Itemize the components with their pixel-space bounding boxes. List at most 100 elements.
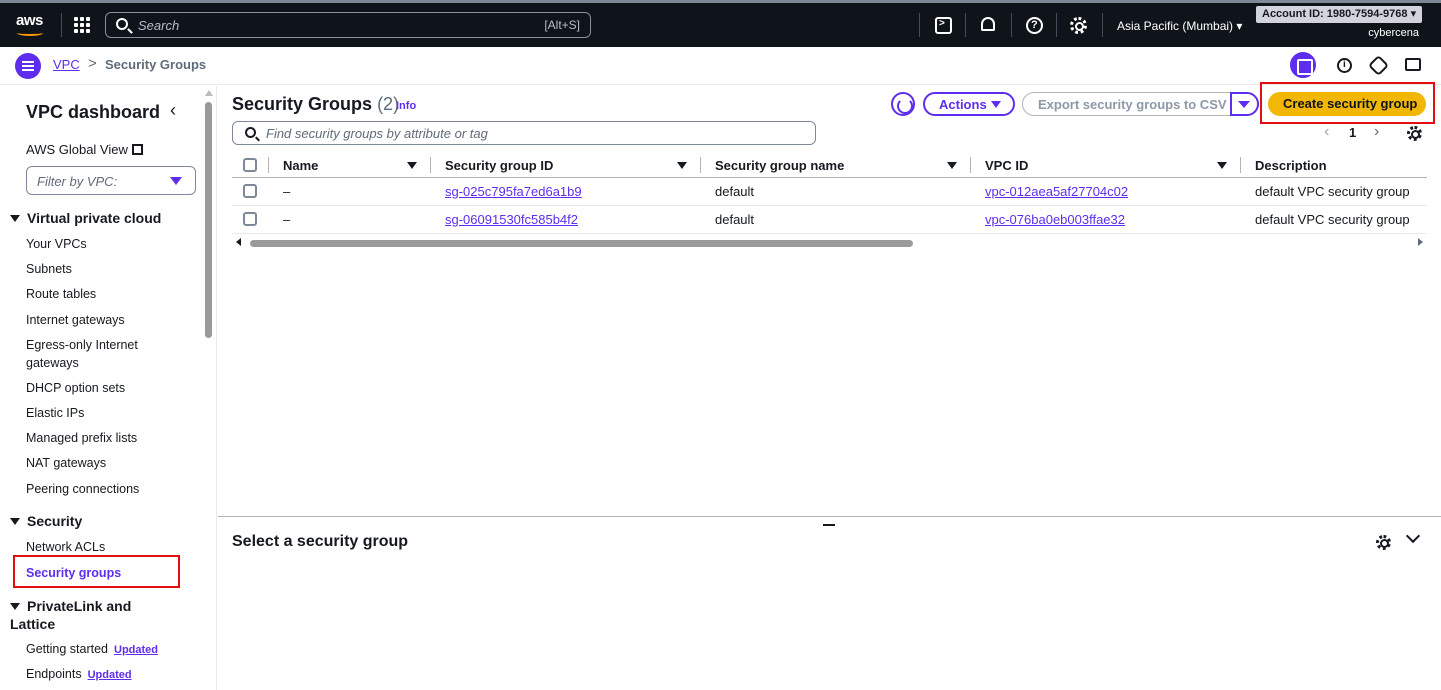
section-virtual-private-cloud[interactable]: Virtual private cloud <box>10 210 161 226</box>
sidebar-item-egress-only-gateways[interactable]: Egress-only Internet gateways <box>26 336 156 372</box>
sidebar-scrollbar[interactable] <box>204 90 213 686</box>
sidebar-item-internet-gateways[interactable]: Internet gateways <box>26 311 186 329</box>
current-page-number[interactable]: 1 <box>1349 125 1356 140</box>
sort-caret-icon[interactable] <box>407 162 417 169</box>
sidebar-title[interactable]: VPC dashboard <box>26 102 160 123</box>
cell-vpc-id-link[interactable]: vpc-076ba0eb003ffae32 <box>985 212 1125 227</box>
table-row[interactable]: – sg-025c795fa7ed6a1b9 default vpc-012ae… <box>232 178 1427 206</box>
sidebar-item-peering-connections[interactable]: Peering connections <box>26 480 186 498</box>
services-grid-icon[interactable] <box>74 17 90 33</box>
sidebar-item-getting-started[interactable]: Getting started Updated <box>26 640 186 659</box>
column-divider <box>430 157 431 173</box>
sidebar-close-icon[interactable]: ‹ <box>170 100 176 121</box>
sidebar-item-global-view[interactable]: AWS Global View <box>26 142 143 157</box>
aws-smile-icon <box>17 30 43 36</box>
top-navigation: aws Search [Alt+S] Asia Pacific (Mumbai)… <box>0 0 1441 47</box>
global-search-input[interactable]: Search [Alt+S] <box>105 12 591 38</box>
divider <box>1011 13 1012 37</box>
cell-description: default VPC security group <box>1255 184 1410 199</box>
sidebar-item-route-tables[interactable]: Route tables <box>26 285 186 303</box>
export-dropdown-caret-button[interactable] <box>1230 92 1259 116</box>
security-groups-highlight-box <box>13 555 180 588</box>
table-header-row: Name Security group ID Security group na… <box>232 152 1427 178</box>
actions-dropdown-button[interactable]: Actions <box>923 92 1015 116</box>
sidebar-item-elastic-ips[interactable]: Elastic IPs <box>26 404 186 422</box>
find-security-groups-input[interactable]: Find security groups by attribute or tag <box>232 121 816 145</box>
section-label: PrivateLink and Lattice <box>10 598 132 632</box>
split-panel-settings-gear-icon[interactable] <box>1376 535 1391 550</box>
sort-caret-icon[interactable] <box>947 162 957 169</box>
column-header-description[interactable]: Description <box>1255 158 1327 173</box>
breadcrumb-current: Security Groups <box>105 57 207 72</box>
column-header-sg-id[interactable]: Security group ID <box>445 158 553 173</box>
scroll-up-arrow-icon[interactable] <box>205 90 213 96</box>
account-menu[interactable]: Account ID: 1980-7594-9768 ▾ <box>1256 6 1423 23</box>
cell-sg-name: default <box>715 212 755 227</box>
column-header-sg-name[interactable]: Security group name <box>715 158 844 173</box>
region-selector[interactable]: Asia Pacific (Mumbai) ▾ <box>1117 19 1242 33</box>
scrollbar-thumb[interactable] <box>250 240 913 247</box>
cloudshell-icon[interactable] <box>935 17 952 34</box>
column-divider <box>1240 157 1241 173</box>
scroll-left-arrow-icon[interactable] <box>236 238 241 246</box>
cell-sg-name: default <box>715 184 755 199</box>
split-panel-toggle-icon[interactable] <box>1290 52 1316 78</box>
scrollbar-thumb[interactable] <box>205 102 212 338</box>
help-icon[interactable] <box>1026 17 1043 34</box>
cell-name: – <box>283 184 291 199</box>
cell-name: – <box>283 212 291 227</box>
create-button-highlight-box <box>1260 82 1435 124</box>
refresh-button[interactable] <box>891 92 915 116</box>
cell-sg-id-link[interactable]: sg-06091530fc585b4f2 <box>445 212 578 227</box>
cell-sg-id-link[interactable]: sg-025c795fa7ed6a1b9 <box>445 184 582 199</box>
cell-vpc-id-link[interactable]: vpc-012aea5af27704c02 <box>985 184 1128 199</box>
feedback-screen-icon[interactable] <box>1405 58 1421 71</box>
chevron-down-icon[interactable] <box>1405 528 1421 544</box>
item-label: Getting started <box>26 642 108 656</box>
sidebar-item-managed-prefix-lists[interactable]: Managed prefix lists <box>26 429 186 447</box>
column-header-vpc-id[interactable]: VPC ID <box>985 158 1028 173</box>
info-panel-icon[interactable] <box>1337 58 1352 73</box>
breadcrumb-vpc-link[interactable]: VPC <box>53 57 80 72</box>
sidebar-item-network-acls[interactable]: Network ACLs <box>26 538 186 556</box>
section-security[interactable]: Security <box>10 513 82 529</box>
resize-handle[interactable] <box>823 524 835 526</box>
sidebar-item-dhcp-option-sets[interactable]: DHCP option sets <box>26 379 186 397</box>
settings-gear-icon[interactable] <box>1070 17 1087 34</box>
section-label: Security <box>27 513 83 529</box>
split-panel-title: Select a security group <box>232 533 409 550</box>
sidebar-item-subnets[interactable]: Subnets <box>26 260 186 278</box>
next-page-button[interactable]: › <box>1374 123 1379 141</box>
filter-by-vpc-select[interactable]: Filter by VPC: <box>26 166 196 195</box>
previous-page-button[interactable]: ‹ <box>1324 123 1329 141</box>
menu-toggle-button[interactable] <box>15 53 41 79</box>
select-all-checkbox[interactable] <box>243 158 257 172</box>
section-privatelink[interactable]: PrivateLink and Lattice <box>10 597 150 633</box>
table-preferences-gear-icon[interactable] <box>1407 126 1422 141</box>
sidebar-item-your-vpcs[interactable]: Your VPCs <box>26 235 186 253</box>
search-placeholder: Search <box>138 18 180 33</box>
row-checkbox[interactable] <box>243 212 257 226</box>
scroll-right-arrow-icon[interactable] <box>1418 238 1423 246</box>
table-row[interactable]: – sg-06091530fc585b4f2 default vpc-076ba… <box>232 206 1427 234</box>
aws-logo[interactable]: aws <box>14 12 48 38</box>
sidebar-item-nat-gateways[interactable]: NAT gateways <box>26 454 186 472</box>
notifications-bell-icon[interactable] <box>981 17 995 31</box>
info-link[interactable]: Info <box>396 100 416 112</box>
item-label: Endpoints <box>26 667 82 681</box>
row-checkbox[interactable] <box>243 184 257 198</box>
resources-icon[interactable] <box>1367 54 1390 77</box>
table-horizontal-scrollbar[interactable] <box>232 237 1427 249</box>
column-header-name[interactable]: Name <box>283 158 318 173</box>
export-csv-button[interactable]: Export security groups to CSV <box>1022 92 1232 116</box>
divider <box>1056 13 1057 37</box>
caret-down-icon <box>991 101 1001 108</box>
page-title: Security Groups (2) <box>232 94 399 115</box>
column-divider <box>700 157 701 173</box>
sidebar-item-endpoints[interactable]: Endpoints Updated <box>26 665 186 684</box>
pagination: ‹ 1 › <box>1322 123 1392 143</box>
find-placeholder: Find security groups by attribute or tag <box>266 126 488 141</box>
sort-caret-icon[interactable] <box>1217 162 1227 169</box>
sort-caret-icon[interactable] <box>677 162 687 169</box>
user-name[interactable]: cybercena <box>1368 27 1419 39</box>
